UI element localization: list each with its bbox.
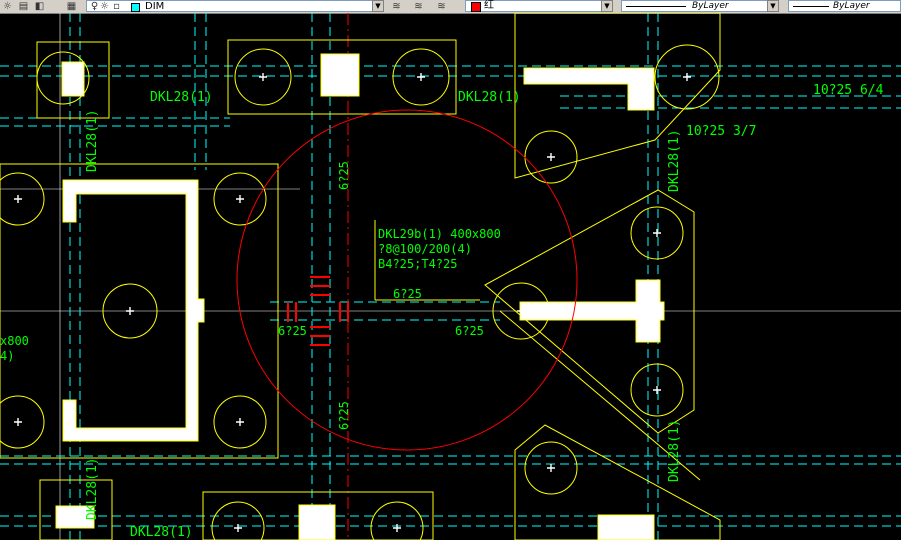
beam-label-bottom-left-vertical: DKL28(1) [85, 457, 100, 520]
beam-spec-stirrup: ?8@100/200(4) [378, 242, 472, 256]
layer-properties-icon[interactable]: ▤ [18, 1, 29, 12]
beam-spec-name: DKL29b(1) 400x800 [378, 227, 501, 241]
beam-spec-bars: B4?25;T4?25 [378, 257, 457, 271]
color-label: 红 [484, 0, 494, 11]
layer-match-icon[interactable]: ≋ [413, 1, 424, 12]
linetype-sample [626, 6, 686, 7]
dashed-beam-lines [0, 13, 901, 540]
column-sections [55, 53, 665, 540]
beam-label-right-vertical-lower: DKL28(1) [667, 419, 682, 482]
rebar-note-horiz-mid: 6?25 [393, 287, 422, 301]
yellow-outlines [0, 13, 721, 540]
layer-state-icon[interactable]: ☼ [2, 1, 13, 12]
layer-dropdown-arrow[interactable]: ▼ [372, 0, 384, 12]
layer-dropdown[interactable]: ♀ ☼ ▫ DIM [86, 0, 384, 12]
cut-text-left-2: 4) [0, 349, 14, 363]
axis-lines [0, 13, 901, 540]
layer-previous-icon[interactable]: ◧ [34, 1, 45, 12]
lineweight-dropdown[interactable]: ByLayer [788, 0, 901, 12]
rebar-note-top-right-2: 10?25 3/7 [686, 124, 756, 139]
layer-iso-icon[interactable]: ≋ [436, 1, 447, 12]
beam-label-right-vertical-upper: DKL28(1) [667, 129, 682, 192]
cut-text-left-1: x800 [0, 334, 29, 348]
rebar-note-top-right-1: 10?25 6/4 [813, 83, 884, 98]
linetype-dropdown[interactable]: ByLayer [621, 0, 779, 12]
zoom-circle [236, 109, 578, 451]
color-dropdown[interactable]: 红 [465, 0, 613, 12]
rebar-note-vert-lower: 6?25 [337, 401, 351, 430]
lineweight-sample [793, 6, 829, 7]
beam-label-left-vertical: DKL28(1) [85, 109, 100, 172]
layer-color-swatch [131, 3, 140, 12]
color-swatch [471, 2, 481, 12]
make-current-icon[interactable]: ≋ [391, 1, 402, 12]
beam-label-bottom-left: DKL28(1) [130, 525, 193, 540]
linetype-dropdown-arrow[interactable]: ▼ [767, 0, 779, 12]
drawing-canvas[interactable]: DKL28(1) DKL28(1) DKL28(1) 10?25 6/4 10?… [0, 13, 901, 540]
lock-icon: ▫ [113, 1, 120, 12]
color-dropdown-arrow[interactable]: ▼ [601, 0, 613, 12]
table-icon[interactable]: ▦ [66, 1, 77, 12]
lineweight-label: ByLayer [833, 1, 870, 11]
linetype-label: ByLayer [692, 1, 729, 11]
sun-icon: ☼ [100, 1, 109, 12]
layer-name: DIM [145, 1, 165, 12]
beam-label-top-right: DKL28(1) [458, 90, 521, 105]
rebar-note-vert-upper: 6?25 [337, 161, 351, 190]
rebar-note-horiz-right: 6?25 [455, 324, 484, 338]
properties-toolbar: ☼ ▤ ◧ ▦ ♀ ☼ ▫ DIM ▼ ≋ ≋ ≋ 红 ▼ ByLayer ▼ … [0, 0, 901, 14]
rebar-note-horiz-left: 6?25 [278, 324, 307, 338]
beam-label-top-left: DKL28(1) [150, 90, 213, 105]
